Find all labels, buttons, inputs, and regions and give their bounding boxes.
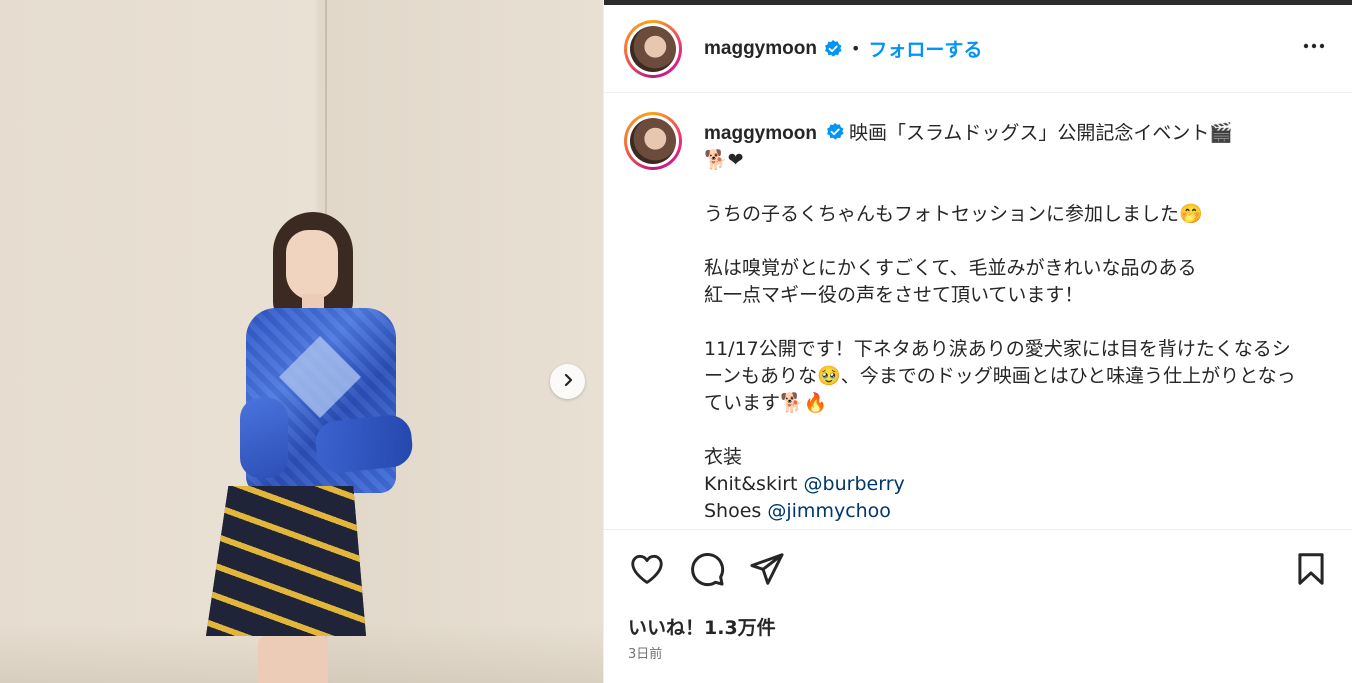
right-arm xyxy=(313,413,415,475)
post-date[interactable]: 3日前 xyxy=(628,643,662,662)
patterned-skirt xyxy=(206,486,366,636)
verified-badge-icon xyxy=(825,122,845,142)
caption-avatar-ring xyxy=(624,112,682,170)
mention-burberry[interactable]: @burberry xyxy=(804,473,905,495)
person-figure xyxy=(198,208,428,683)
action-bar xyxy=(628,550,1328,590)
avatar-border xyxy=(627,22,679,75)
post-photo[interactable] xyxy=(0,0,603,683)
heart-icon[interactable] xyxy=(628,550,666,592)
caption-paragraph-2: 私は嗅覚がとにかくすごくて、毛並みがきれいな品のある 紅一点マギー役の声をさせて… xyxy=(704,257,1197,306)
caption-line-2: 🐕❤ xyxy=(704,149,744,171)
caption-avatar-border xyxy=(627,115,679,167)
mention-jimmychoo[interactable]: @jimmychoo xyxy=(767,500,891,522)
post-header: maggymoon • フォローする xyxy=(604,5,1352,93)
follow-button[interactable]: フォローする xyxy=(868,35,982,62)
costume-block: 衣装 Knit&skirt @burberry Shoes @jimmychoo xyxy=(704,444,1304,525)
username[interactable]: maggymoon xyxy=(704,38,817,60)
caption-line-1: 映画「スラムドッグス」公開記念イベント🎬 xyxy=(849,122,1234,144)
knit-label: Knit&skirt xyxy=(704,473,798,495)
caption-paragraph-1: うちの子るくちゃんもフォトセッションに参加しました🤭 xyxy=(704,203,1203,225)
bookmark-icon[interactable] xyxy=(1292,550,1330,592)
share-icon[interactable] xyxy=(748,550,786,592)
legs xyxy=(258,636,328,683)
separator-dot: • xyxy=(850,39,861,58)
caption-avatar-image xyxy=(630,118,676,164)
more-options-icon[interactable] xyxy=(1301,33,1327,63)
face xyxy=(286,230,338,300)
caption-area: maggymoon 映画「スラムドッグス」公開記念イベント🎬 🐕❤ うちの子るく… xyxy=(604,94,1352,530)
avatar-image xyxy=(630,25,676,72)
caption-avatar[interactable] xyxy=(624,112,682,170)
chevron-right-icon xyxy=(560,372,576,392)
verified-badge-icon xyxy=(823,39,843,59)
avatar[interactable] xyxy=(624,19,682,78)
post-panel: maggymoon • フォローする maggymoon 映画「スラムドッグス」… xyxy=(603,0,1352,683)
caption-paragraph-3: 11/17公開です！下ネタあり涙ありの愛犬家には目を背けたくなるシーンもありな🥹… xyxy=(704,338,1296,414)
like-count[interactable]: いいね！1.3万件 xyxy=(628,613,776,640)
costume-label: 衣装 xyxy=(704,446,743,468)
comment-icon[interactable] xyxy=(688,550,726,592)
caption-username[interactable]: maggymoon xyxy=(704,123,817,144)
next-photo-button[interactable] xyxy=(550,364,585,399)
sweater-diamond xyxy=(278,335,362,419)
shoes-label: Shoes xyxy=(704,500,762,522)
left-arm xyxy=(240,398,288,478)
caption-text: maggymoon 映画「スラムドッグス」公開記念イベント🎬 🐕❤ うちの子るく… xyxy=(704,120,1304,525)
